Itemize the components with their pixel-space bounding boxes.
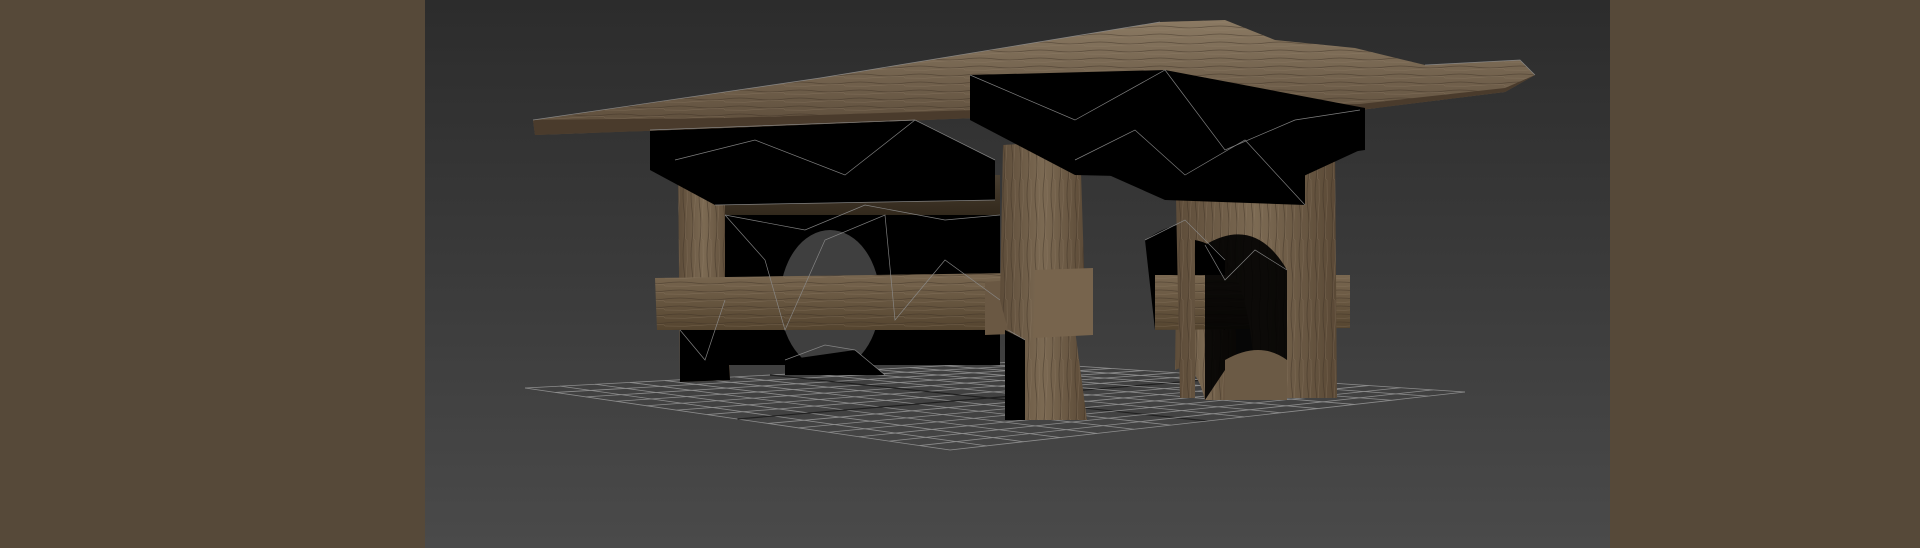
right-side-panel bbox=[1610, 0, 1920, 548]
table-leg-front-left[interactable] bbox=[1000, 140, 1093, 420]
viewport-scene[interactable] bbox=[425, 0, 1610, 548]
grid-line bbox=[919, 389, 1433, 446]
3d-viewport[interactable] bbox=[425, 0, 1610, 548]
left-side-panel bbox=[0, 0, 425, 548]
